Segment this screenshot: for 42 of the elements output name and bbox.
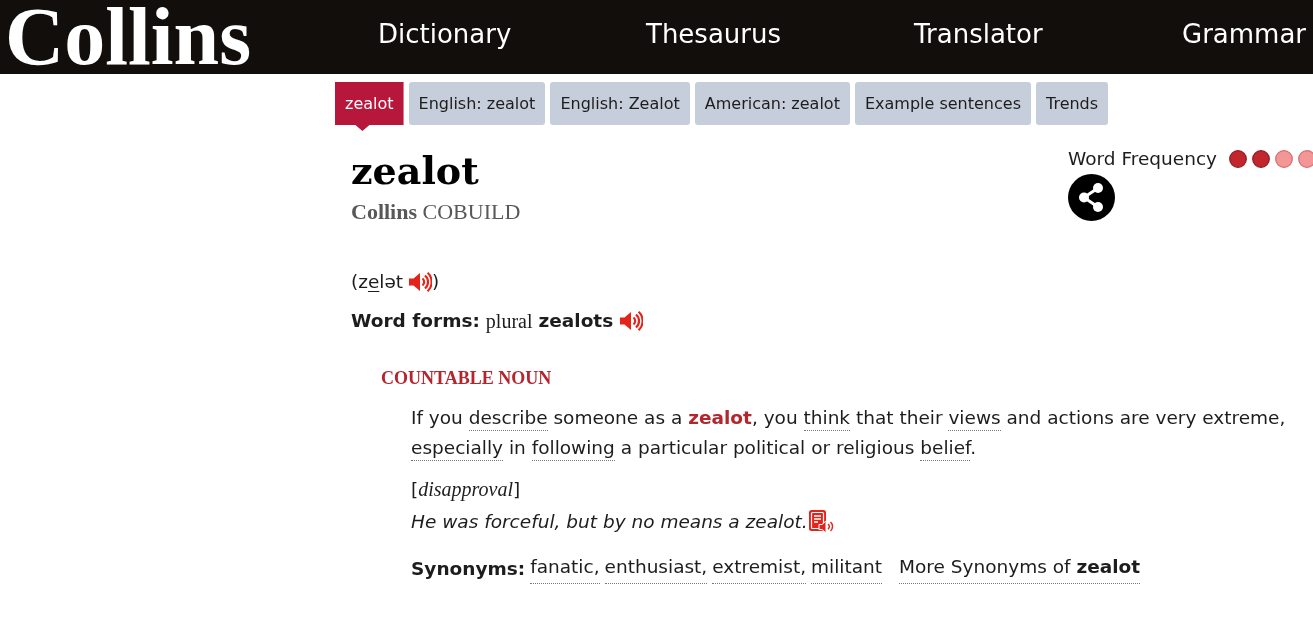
synonym-link[interactable]: militant bbox=[811, 553, 883, 584]
word-forms-label: Word forms: bbox=[351, 309, 480, 333]
synonym-link[interactable]: fanatic, bbox=[530, 553, 600, 584]
word-frequency-label: Word Frequency bbox=[1068, 147, 1217, 171]
grammar-label: plural bbox=[485, 309, 533, 335]
definition-link[interactable]: think bbox=[803, 407, 851, 431]
more-synonyms-link[interactable]: More Synonyms of zealot bbox=[899, 553, 1141, 584]
nav-link[interactable]: Dictionary bbox=[378, 18, 512, 50]
definition-link[interactable]: describe bbox=[468, 407, 548, 431]
frequency-dot bbox=[1275, 150, 1293, 168]
nav-link[interactable]: Grammar bbox=[1182, 18, 1307, 50]
share-icon[interactable] bbox=[1068, 174, 1115, 221]
tab[interactable]: American: zealot bbox=[694, 82, 850, 125]
dictionary-name: Collins COBUILD bbox=[351, 199, 521, 225]
tab[interactable]: English: zealot bbox=[408, 82, 546, 125]
definition-text: If you describe someone as a zealot, you think that their views and actions are very extreme, especially in following a particular political or religious belief. bbox=[411, 403, 1301, 463]
example-sentence: He was forceful, but by no means a zealot. bbox=[411, 510, 808, 534]
frequency-dot bbox=[1229, 150, 1247, 168]
speaker-icon[interactable] bbox=[619, 310, 644, 332]
definition-link[interactable]: especially bbox=[411, 437, 504, 461]
tab[interactable]: English: Zealot bbox=[550, 82, 690, 125]
definition-link[interactable]: views bbox=[948, 407, 1001, 431]
speaker-icon[interactable] bbox=[408, 271, 433, 293]
definition-link[interactable]: following bbox=[531, 437, 615, 461]
nav-link[interactable]: Thesaurus bbox=[646, 18, 782, 50]
pronunciation-text: (zelət bbox=[351, 270, 404, 294]
collins-logo[interactable]: Collins bbox=[5, 0, 252, 74]
definition-link[interactable]: belief bbox=[920, 437, 971, 461]
tab[interactable]: Trends bbox=[1036, 82, 1109, 125]
bracket-text: ) bbox=[432, 270, 440, 294]
synonym-link[interactable]: enthusiast, bbox=[604, 553, 708, 584]
tab[interactable]: Example sentences bbox=[854, 82, 1031, 125]
part-of-speech: COUNTABLE NOUN bbox=[381, 367, 552, 389]
synonym-link[interactable]: extremist, bbox=[712, 553, 807, 584]
tab[interactable]: zealot bbox=[335, 82, 404, 131]
synonyms-label: Synonyms: bbox=[411, 556, 526, 581]
headword: zealot bbox=[351, 149, 479, 193]
frequency-dot bbox=[1252, 150, 1270, 168]
nav-link[interactable]: Translator bbox=[914, 18, 1043, 50]
usage-note: [disapproval] bbox=[411, 477, 521, 503]
word-form: zealots bbox=[538, 309, 614, 333]
document-speaker-icon[interactable] bbox=[807, 509, 834, 535]
